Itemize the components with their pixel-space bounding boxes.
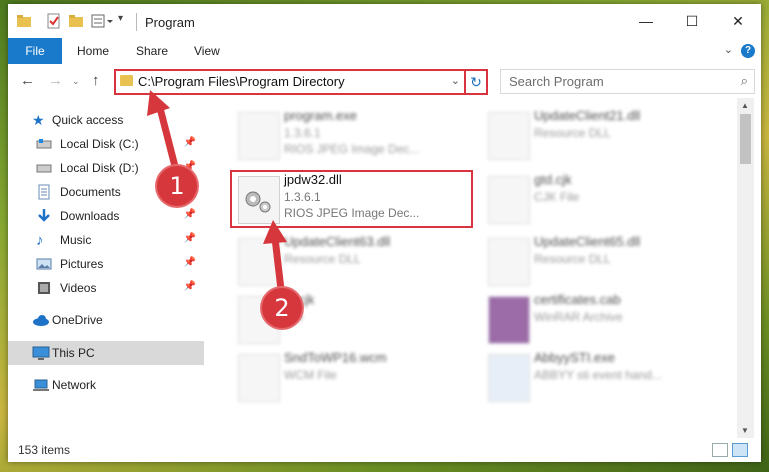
callout-arrows <box>147 90 287 299</box>
callout-badge-1: 1 <box>157 166 197 206</box>
callout-badge-2: 2 <box>262 288 302 328</box>
